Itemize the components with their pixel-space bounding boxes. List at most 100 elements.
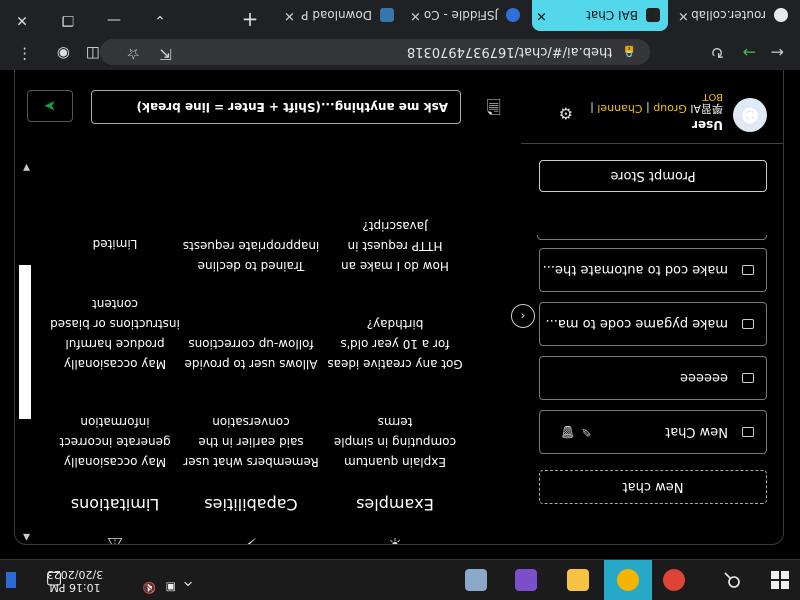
router-favicon [774, 8, 788, 23]
input-row: 🗎 Ask me anything...(Shift + Enter = lin… [15, 86, 521, 126]
column-title: Capabilities [204, 495, 298, 514]
tab-title: Download P [301, 8, 372, 23]
close-tab-icon[interactable]: ✕ [284, 8, 295, 23]
chat-item-label: make cod to automate the... [542, 262, 728, 278]
taskbar-app-5[interactable] [452, 560, 500, 600]
limitation-item: May occasionally generate incorrect info… [59, 415, 171, 469]
close-window-icon[interactable]: ✕ [2, 12, 42, 28]
column-title: Limitations [70, 495, 160, 514]
limitation-item: May occasionally produce harmful instruc… [50, 297, 180, 371]
column-title: Examples [356, 495, 434, 514]
url-bar[interactable]: 🔒 theb.ai/#/chat/1679374970318 [100, 39, 650, 65]
delete-icon[interactable]: 🗑 [554, 425, 575, 439]
main-panel: ☀ Examples Explain quantum computing in … [15, 54, 521, 545]
chat-icon [742, 427, 754, 437]
file-explorer-icon [567, 569, 589, 591]
capability-item: Remembers what user said earlier in the … [183, 415, 319, 469]
link-separator: | [590, 102, 594, 115]
sun-icon: ☀ [386, 533, 404, 545]
tab-router[interactable]: router.collab ✕ [674, 0, 796, 31]
tab-jsfiddle[interactable]: JSFiddle - Co ✕ [406, 0, 528, 31]
minimize-icon[interactable]: — [94, 12, 134, 28]
chrome-icon [663, 569, 685, 591]
chat-item[interactable]: eeeeee [539, 356, 767, 400]
taskbar-app-4[interactable] [502, 560, 550, 600]
tray-expand-button[interactable]: ^ [168, 560, 208, 600]
notification-icon[interactable]: ▢ [34, 560, 74, 600]
lightning-icon: ⚡ [244, 533, 258, 545]
example-item[interactable]: Explain quantum computing in simple term… [325, 412, 465, 472]
chat-icon [742, 319, 754, 329]
reload-icon[interactable]: ↻ [711, 43, 724, 62]
chat-icon [742, 373, 754, 383]
profile-icon[interactable]: ◉ [57, 45, 70, 63]
scroll-down-arrow[interactable]: ▼ [23, 162, 30, 172]
chat-item-partial [537, 235, 767, 240]
limitation-item: Limited [92, 237, 138, 251]
example-item[interactable]: Got any creative ideas for a 10 year old… [325, 314, 465, 374]
close-tab-icon[interactable]: ✕ [410, 8, 421, 23]
windows-start-icon[interactable] [760, 560, 800, 600]
lock-icon[interactable]: 🔒 [622, 46, 636, 59]
tab-title: JSFiddle - Co [423, 8, 498, 23]
scrollbar-thumb[interactable] [19, 265, 31, 419]
chat-app: New chat New Chat ✎🗑 eeeeee make pygame … [14, 53, 784, 545]
volume-muted-icon[interactable]: 🔇 [142, 581, 156, 594]
close-tab-icon[interactable]: ✕ [678, 8, 689, 23]
attach-icon[interactable]: 🗎 [487, 88, 501, 118]
chat-icon [742, 265, 754, 275]
new-tab-button[interactable]: + [230, 8, 270, 32]
taskbar-app-1[interactable] [650, 560, 698, 600]
capability-item: Allows user to provide follow-up correct… [184, 337, 318, 371]
tab-list-icon[interactable]: ⌄ [140, 12, 180, 28]
scroll-up-arrow[interactable]: ▲ [23, 532, 30, 542]
restore-icon[interactable]: ❐ [48, 12, 88, 28]
menu-icon[interactable]: ⋮ [17, 45, 32, 63]
send-button[interactable]: ➤ [27, 90, 73, 122]
screen: ^ ▣ 🔇 10:16 PM 3/20/2023 ▢ New chat New … [0, 0, 800, 600]
user-channel-name: 學習AI [690, 102, 723, 115]
chat-item-actions: ✎🗑 [554, 425, 591, 439]
chat-input[interactable]: Ask me anything...(Shift + Enter = line … [91, 90, 461, 124]
user-bot-label: BOT [702, 91, 723, 102]
sidebar: New chat New Chat ✎🗑 eeeeee make pygame … [521, 54, 783, 544]
new-chat-button[interactable]: New chat [539, 470, 767, 504]
tab-title: BAI Chat [586, 8, 638, 23]
close-tab-icon[interactable]: ✕ [536, 8, 547, 23]
share-icon[interactable]: ⇱ [159, 45, 172, 63]
tab-bai-chat[interactable]: BAI Chat ✕ [532, 0, 668, 31]
sidebar-toggle-icon[interactable]: ◫ [86, 45, 100, 63]
forward-icon[interactable]: → [743, 43, 756, 62]
chat-item[interactable]: make cod to automate the... [539, 248, 767, 292]
bai-favicon [646, 8, 660, 23]
tab-download[interactable]: Download P ✕ [280, 0, 402, 31]
chat-item-label: make pygame code to ma... [545, 316, 728, 332]
send-icon: ➤ [43, 97, 57, 115]
network-icon[interactable]: ▣ [166, 581, 176, 594]
chat-item-active[interactable]: New Chat ✎🗑 [539, 410, 767, 454]
capability-item: Trained to decline inappropriate request… [182, 239, 320, 273]
taskbar-app-2[interactable] [604, 560, 652, 600]
divider [521, 143, 783, 144]
avatar[interactable]: ☻ [733, 98, 767, 132]
tab-title: router.collab [691, 8, 766, 23]
chat-item[interactable]: make pygame code to ma... [539, 302, 767, 346]
app-icon [465, 569, 487, 591]
taskbar: ^ ▣ 🔇 10:16 PM 3/20/2023 ▢ [0, 559, 800, 600]
address-bar-row: ← → ↻ 🔒 theb.ai/#/chat/1679374970318 ⇱ ☆… [0, 34, 800, 70]
example-item[interactable]: How do I make an HTTP request in Javascr… [325, 216, 465, 276]
visual-studio-icon [515, 569, 537, 591]
chat-item-label: eeeeee [680, 370, 728, 386]
prompt-store-button[interactable]: Prompt Store [539, 160, 767, 192]
jsfiddle-favicon [506, 8, 520, 23]
search-icon[interactable] [712, 560, 752, 600]
edit-icon[interactable]: ✎ [575, 425, 591, 439]
user-links: 學習AI Group | Channel | [590, 101, 723, 117]
taskbar-app-3[interactable] [554, 560, 602, 600]
show-desktop-button[interactable] [6, 572, 16, 588]
back-icon[interactable]: ← [771, 43, 784, 62]
bookmark-star-icon[interactable]: ☆ [127, 45, 140, 63]
gear-icon[interactable]: ⚙ [559, 104, 573, 123]
group-link[interactable]: Group [653, 102, 687, 115]
channel-link[interactable]: Channel [597, 102, 642, 115]
